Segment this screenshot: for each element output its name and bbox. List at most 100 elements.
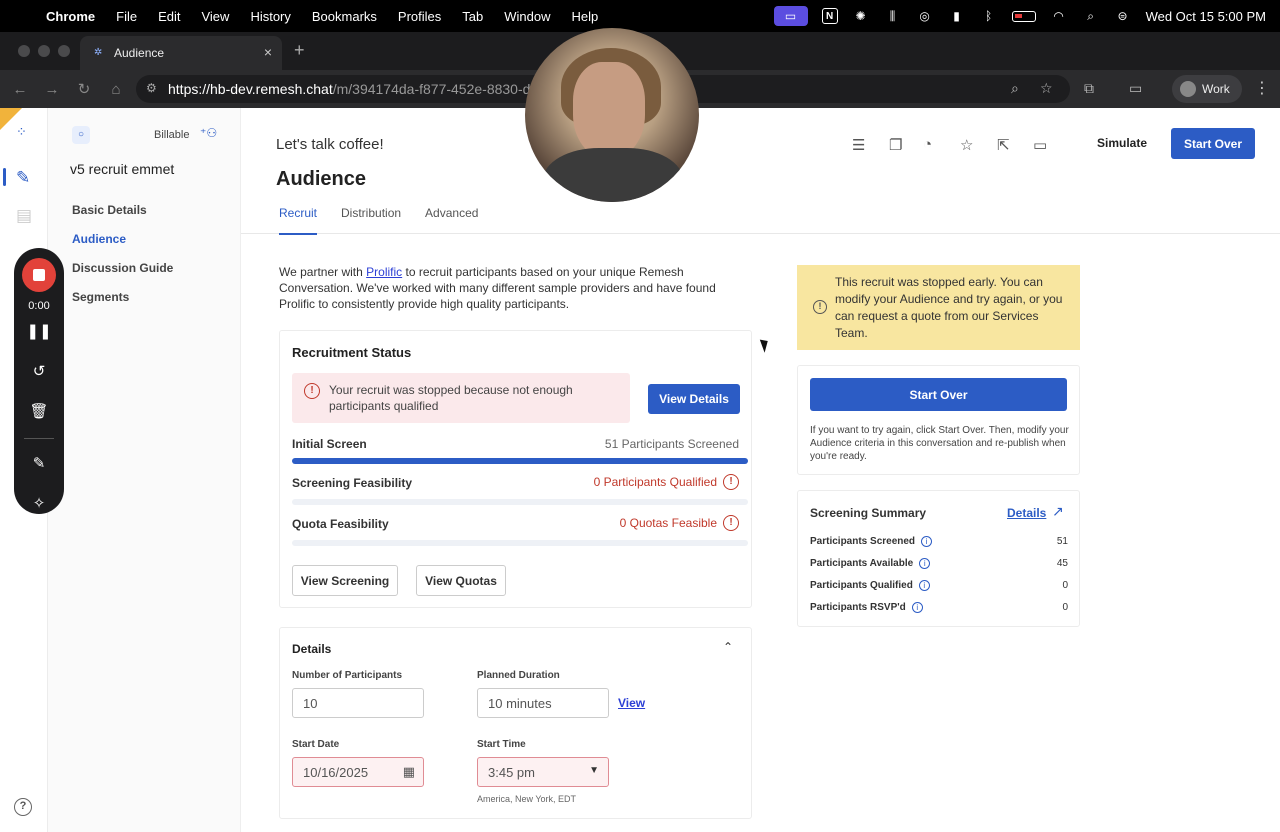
chrome-menu-icon[interactable]: ⋮ — [1254, 78, 1270, 98]
bluetooth-icon[interactable]: ᛒ — [980, 8, 998, 24]
menu-view[interactable]: View — [201, 9, 229, 24]
details-card: Details ⌃ Number of Participants 10 Plan… — [279, 627, 752, 819]
screening-summary-title: Screening Summary — [810, 506, 927, 520]
info-icon[interactable]: i — [918, 580, 930, 591]
vpn-icon[interactable]: ◎ — [916, 8, 934, 24]
menu-window[interactable]: Window — [504, 9, 550, 24]
planned-duration-input[interactable]: 10 minutes — [477, 688, 609, 718]
new-tab-icon[interactable]: + — [294, 40, 305, 61]
view-screening-button[interactable]: View Screening — [292, 565, 398, 596]
start-time-label: Start Time — [477, 739, 526, 750]
settings-sliders-icon[interactable]: ☰ — [852, 136, 865, 154]
stop-recording-button[interactable] — [22, 258, 56, 292]
forward-icon[interactable]: → — [36, 81, 68, 98]
start-over-main-button[interactable]: Start Over — [810, 378, 1067, 411]
draw-icon[interactable]: ✎ — [14, 454, 64, 472]
info-icon[interactable]: i — [911, 602, 923, 613]
webcam-overlay[interactable] — [525, 28, 699, 202]
edit-icon[interactable]: ✎ — [16, 168, 30, 188]
bookmark-star-icon[interactable]: ☆ — [1040, 80, 1053, 97]
star-icon[interactable]: ☆ — [960, 136, 973, 154]
prolific-link[interactable]: Prolific — [366, 265, 402, 279]
planned-duration-label: Planned Duration — [477, 670, 560, 681]
explore-icon[interactable]: ◔ — [923, 136, 932, 153]
webcam-shirt — [543, 148, 683, 202]
copy-icon[interactable]: ❐ — [889, 136, 902, 154]
battery-icon[interactable] — [1011, 10, 1036, 22]
view-details-button[interactable]: View Details — [648, 384, 740, 414]
menu-chrome[interactable]: Chrome — [46, 9, 95, 24]
pause-icon[interactable]: ❚❚ — [14, 322, 64, 340]
menu-tab[interactable]: Tab — [462, 9, 483, 24]
external-arrow-icon[interactable]: ↗ — [1052, 503, 1064, 520]
document-icon[interactable]: ▤ — [16, 206, 32, 226]
stopped-alert: ! Your recruit was stopped because not e… — [292, 373, 630, 423]
brightness-icon[interactable]: ✺ — [852, 8, 870, 24]
status-tray: ▭ N ✺ ⫼ ◎ ▮ ᛒ ◠ ⌕ ⊜ Wed Oct 15 5:00 PM — [773, 0, 1266, 32]
summary-details-link[interactable]: Details — [1007, 506, 1046, 520]
start-date-input[interactable]: 10/16/2025 ▦ — [292, 757, 424, 787]
sidebar-item-segments[interactable]: Segments — [72, 290, 129, 304]
delete-icon[interactable]: 🗑 — [14, 402, 64, 420]
view-duration-link[interactable]: View — [618, 696, 645, 710]
info-icon[interactable]: i — [919, 558, 931, 569]
home-icon[interactable]: ⌂ — [100, 81, 132, 98]
menu-history[interactable]: History — [250, 9, 290, 24]
add-user-icon[interactable]: ⁺⚇ — [200, 126, 217, 140]
details-title: Details — [292, 642, 332, 656]
zoom-icon[interactable]: ⌕ — [1011, 80, 1019, 97]
info-icon[interactable]: i — [921, 536, 933, 547]
intro-text: We partner with Prolific to recruit part… — [279, 264, 749, 312]
screening-feasibility-progress — [292, 499, 748, 505]
wifi-icon[interactable]: ◠ — [1050, 8, 1068, 24]
close-tab-icon[interactable]: × — [264, 44, 272, 60]
search-icon[interactable]: ⌕ — [1082, 8, 1100, 24]
back-icon[interactable]: ← — [4, 81, 36, 98]
start-time-select[interactable]: 3:45 pm ▼ — [477, 757, 609, 787]
site-info-icon[interactable]: ⚙ — [146, 81, 157, 95]
start-over-button[interactable]: Start Over — [1171, 128, 1255, 159]
zoom-window-icon[interactable] — [58, 45, 70, 57]
cast-icon[interactable]: ▭ — [1129, 80, 1142, 97]
notion-icon[interactable]: N — [821, 8, 838, 24]
num-participants-input[interactable]: 10 — [292, 688, 424, 718]
screen-share-icon[interactable]: ▭ — [773, 6, 808, 26]
remesh-logo-icon[interactable]: ⁘ — [16, 124, 34, 142]
menu-edit[interactable]: Edit — [158, 9, 180, 24]
tab-distribution[interactable]: Distribution — [341, 206, 401, 235]
menu-profiles[interactable]: Profiles — [398, 9, 441, 24]
macos-menubar: Chrome File Edit View History Bookmarks … — [0, 0, 1280, 32]
menu-file[interactable]: File — [116, 9, 137, 24]
help-icon[interactable]: ? — [14, 798, 32, 816]
simulate-button[interactable]: Simulate — [1097, 136, 1147, 150]
tab-recruit[interactable]: Recruit — [279, 206, 318, 235]
control-center-icon[interactable]: ⊜ — [1114, 8, 1132, 24]
profile-button[interactable]: Work — [1172, 75, 1242, 103]
folder-icon[interactable]: ▭ — [1033, 136, 1047, 154]
view-quotas-button[interactable]: View Quotas — [416, 565, 506, 596]
sidebar-item-discussion-guide[interactable]: Discussion Guide — [72, 261, 173, 275]
clipboard-icon[interactable]: ▮ — [948, 8, 966, 24]
close-window-icon[interactable] — [18, 45, 30, 57]
collapse-chevron-icon[interactable]: ⌃ — [723, 640, 733, 654]
app-icon[interactable]: ⫼ — [884, 8, 902, 24]
tab-advanced[interactable]: Advanced — [425, 206, 478, 235]
menu-bookmarks[interactable]: Bookmarks — [312, 9, 377, 24]
conversation-name[interactable]: Let's talk coffee! — [276, 136, 384, 153]
effects-icon[interactable]: ✧ — [14, 494, 64, 512]
initial-screen-progress-fill — [292, 458, 748, 464]
clock[interactable]: Wed Oct 15 5:00 PM — [1146, 9, 1266, 24]
calendar-icon[interactable]: ▦ — [403, 764, 415, 780]
sidebar-item-basic-details[interactable]: Basic Details — [72, 203, 147, 217]
export-icon[interactable]: ⇱ — [997, 136, 1010, 154]
sidebar-item-audience[interactable]: Audience — [72, 232, 126, 246]
menu-help[interactable]: Help — [572, 9, 599, 24]
extensions-icon[interactable]: ⧉ — [1084, 80, 1094, 97]
reload-icon[interactable]: ↻ — [68, 80, 100, 98]
minimize-window-icon[interactable] — [38, 45, 50, 57]
restart-icon[interactable]: ↺ — [14, 362, 64, 380]
summary-row: Participants RSVP'd i 0 — [810, 602, 1068, 613]
subtabs: Recruit Distribution Advanced — [279, 206, 478, 235]
browser-tab[interactable]: ✲ Audience × — [80, 36, 282, 70]
conversation-sidebar: ○ Billable ⁺⚇ v5 recruit emmet Basic Det… — [48, 108, 241, 832]
